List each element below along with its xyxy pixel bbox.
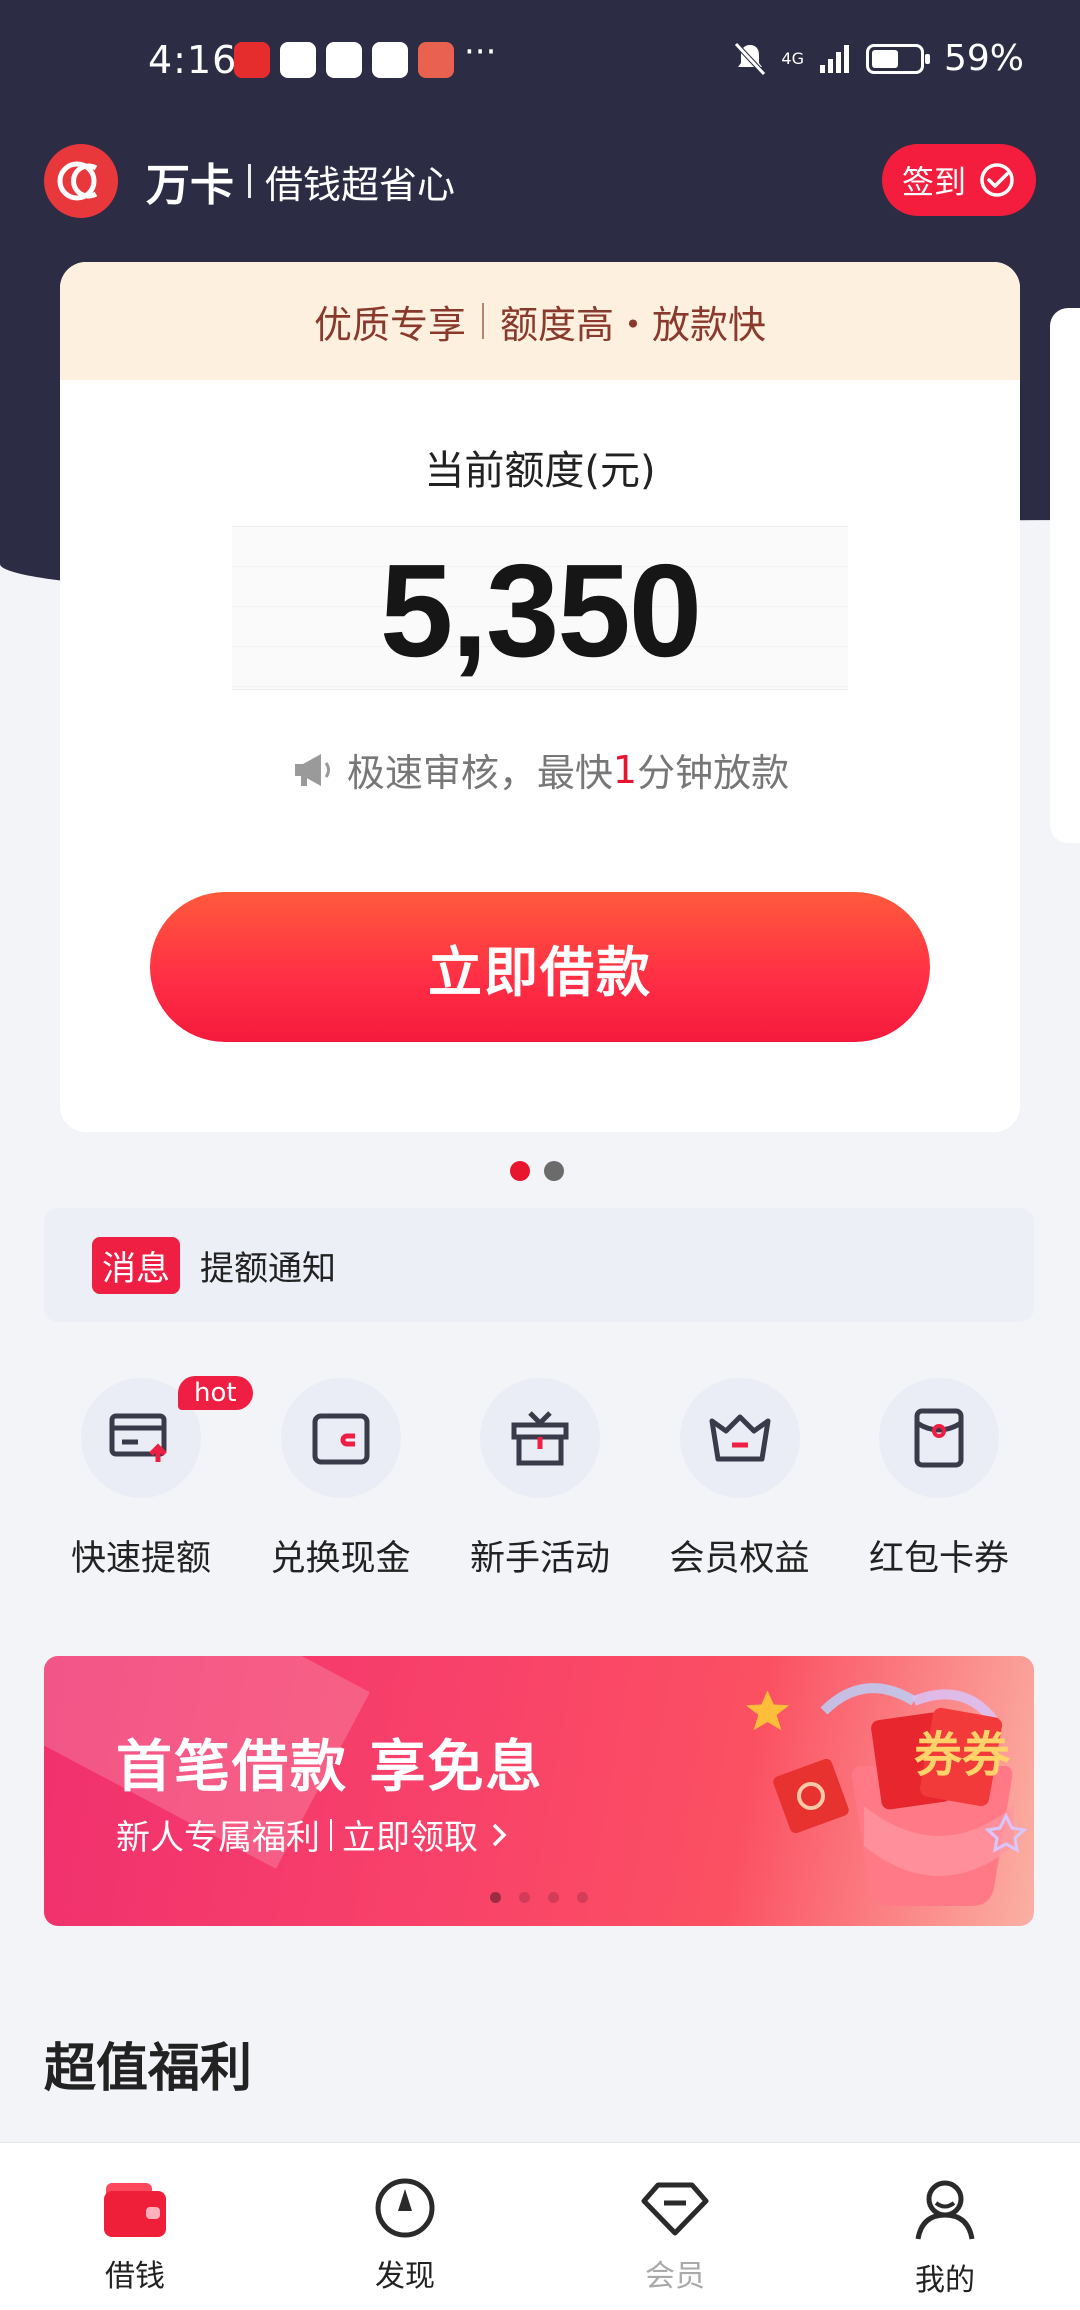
pager-dot[interactable] bbox=[544, 1161, 564, 1181]
compass-icon bbox=[375, 2178, 435, 2238]
card-pager bbox=[510, 1161, 564, 1181]
banner-right-text: 额度高・放款快 bbox=[500, 302, 767, 347]
brand-logo-icon bbox=[44, 144, 118, 218]
brand-slogan: 借钱超省心 bbox=[265, 162, 456, 207]
red-app-icon bbox=[280, 42, 316, 78]
brand-divider bbox=[248, 164, 251, 198]
promo-sub-right: 立即领取 bbox=[342, 1818, 478, 1858]
chevron-right-icon bbox=[492, 1823, 507, 1846]
more-notifications-icon: ··· bbox=[464, 32, 497, 72]
promo-subtitle: 新人专属福利 立即领取 bbox=[116, 1810, 510, 1859]
nav-label: 会员 bbox=[645, 2259, 705, 2294]
quick-item-member[interactable]: 会员权益 bbox=[655, 1378, 825, 1581]
bell-muted-icon bbox=[734, 41, 767, 76]
brand-name: 万卡 bbox=[146, 160, 234, 211]
borrow-now-button[interactable]: 立即借款 bbox=[150, 892, 930, 1042]
quick-item-label: 兑换现金 bbox=[270, 1539, 411, 1579]
promo-sub-left: 新人专属福利 bbox=[116, 1818, 320, 1858]
banner-left-text: 优质专享 bbox=[313, 302, 466, 347]
quick-item-label: 新手活动 bbox=[469, 1539, 610, 1579]
nav-discover[interactable]: 发现 bbox=[270, 2143, 540, 2310]
wallet-icon bbox=[104, 2183, 166, 2237]
gift-icon bbox=[480, 1378, 600, 1498]
wallet-icon bbox=[280, 1378, 401, 1498]
promo-art-text: 券券 bbox=[914, 1727, 1011, 1783]
status-right: 4G 59% bbox=[733, 38, 1024, 79]
red-app-icon bbox=[372, 42, 408, 78]
card-banner: 优质专享 额度高・放款快 bbox=[60, 262, 1020, 380]
quick-item-credit-up[interactable]: hot 快速提额 bbox=[56, 1376, 253, 1581]
diamond-icon bbox=[641, 2182, 709, 2236]
app-header: 万卡 借钱超省心 bbox=[44, 144, 455, 218]
coupon-bag-illustration: 券券 bbox=[745, 1683, 1028, 1906]
credit-card: 优质专享 额度高・放款快 当前额度(元) 5,350 极速审核，最快 1 分钟放款 … bbox=[60, 262, 1020, 1132]
red-packet-icon bbox=[879, 1378, 999, 1498]
page: 4:16 ··· 4G 59% 万卡 借钱超省心 签到 优质专享 额度高・放款快… bbox=[0, 0, 1080, 2310]
crown-icon bbox=[679, 1378, 800, 1498]
promo-banner[interactable]: 首笔借款 享免息 新人专属福利 立即领取 券券 bbox=[44, 1656, 1034, 1926]
status-notification-icons bbox=[234, 42, 454, 78]
amount-box: 5,350 bbox=[232, 526, 848, 690]
promo-pager bbox=[490, 1892, 588, 1903]
promo-title: 首笔借款 享免息 bbox=[116, 1735, 544, 1800]
pager-dot-active[interactable] bbox=[510, 1161, 530, 1181]
checkin-button[interactable]: 签到 bbox=[882, 144, 1036, 216]
status-time: 4:16 bbox=[148, 38, 238, 82]
banner-divider bbox=[482, 303, 484, 339]
promo-dot[interactable] bbox=[548, 1892, 559, 1903]
nav-label: 发现 bbox=[375, 2259, 435, 2294]
message-text: 提额通知 bbox=[200, 1248, 336, 1289]
hot-badge: hot bbox=[178, 1376, 253, 1410]
nav-borrow[interactable]: 借钱 bbox=[0, 2143, 270, 2310]
message-tag: 消息 bbox=[92, 1236, 180, 1294]
quick-item-redeem-cash[interactable]: 兑换现金 bbox=[256, 1378, 426, 1581]
check-circle-icon bbox=[980, 163, 1014, 197]
section-title: 超值福利 bbox=[44, 2039, 253, 2099]
nav-label: 我的 bbox=[915, 2263, 975, 2298]
promo-dot[interactable] bbox=[519, 1892, 530, 1903]
signal-icon bbox=[819, 44, 849, 73]
nav-profile[interactable]: 我的 bbox=[810, 2143, 1080, 2310]
nav-member[interactable]: 会员 bbox=[540, 2143, 810, 2310]
quick-menu: hot 快速提额 兑换现金 新手活动 会员权益 红包卡券 bbox=[56, 1376, 1024, 1581]
notice-prefix: 极速审核，最快 bbox=[346, 751, 613, 795]
user-icon bbox=[915, 2180, 975, 2240]
home-app-icon bbox=[234, 42, 270, 78]
next-card-peek[interactable] bbox=[1050, 308, 1080, 843]
credit-amount: 5,350 bbox=[379, 537, 702, 684]
quick-item-label: 快速提额 bbox=[70, 1539, 211, 1579]
promo-dot[interactable] bbox=[577, 1892, 588, 1903]
red-app-icon bbox=[326, 42, 362, 78]
battery-level: 59% bbox=[943, 38, 1024, 79]
bottom-nav: 借钱 发现 会员 我的 bbox=[0, 2142, 1080, 2310]
quick-item-coupons[interactable]: 红包卡券 bbox=[854, 1378, 1024, 1581]
nav-label: 借钱 bbox=[105, 2259, 165, 2294]
huawei-app-icon bbox=[418, 42, 454, 78]
battery-icon bbox=[865, 43, 930, 74]
checkin-label: 签到 bbox=[901, 163, 966, 201]
megaphone-icon bbox=[294, 753, 330, 786]
signal-type: 4G bbox=[781, 49, 804, 68]
notice-suffix: 分钟放款 bbox=[637, 751, 790, 795]
quick-item-label: 会员权益 bbox=[669, 1539, 810, 1579]
quick-item-newbie[interactable]: 新手活动 bbox=[455, 1378, 625, 1581]
quick-item-label: 红包卡券 bbox=[868, 1539, 1009, 1579]
message-bar[interactable]: 消息 提额通知 bbox=[44, 1208, 1034, 1322]
status-bar: 4:16 ··· 4G 59% bbox=[0, 0, 1080, 120]
speed-notice: 极速审核，最快 1 分钟放款 bbox=[60, 742, 1020, 797]
promo-divider bbox=[330, 1818, 332, 1851]
credit-label: 当前额度(元) bbox=[424, 448, 656, 494]
promo-dot-active[interactable] bbox=[490, 1892, 501, 1903]
notice-highlight: 1 bbox=[612, 747, 638, 792]
